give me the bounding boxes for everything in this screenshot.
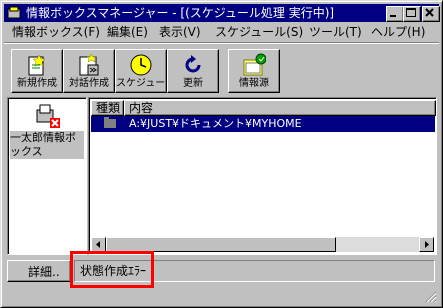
menu-info-box[interactable]: 情報ボックス(F) bbox=[12, 24, 100, 40]
refresh-icon bbox=[185, 55, 201, 73]
menu-view[interactable]: 表示(V) bbox=[159, 24, 201, 40]
close-icon bbox=[425, 8, 434, 17]
new-doc-icon bbox=[28, 54, 46, 76]
details-button[interactable]: 詳細.. bbox=[7, 260, 71, 282]
folder-icon bbox=[104, 117, 116, 128]
dialog-create-button[interactable]: 対話作成 bbox=[63, 49, 115, 93]
toolbar: 新規作成 対話作成 スケジュール 更新 情報源 bbox=[4, 42, 439, 93]
schedule-button[interactable]: スケジュール bbox=[115, 49, 176, 93]
info-source-icon bbox=[243, 53, 266, 76]
list-item-content: A:¥JUST¥ドキュメント¥MYHOME bbox=[129, 117, 302, 130]
info-source-label: 情報源 bbox=[239, 78, 269, 89]
horizontal-scrollbar[interactable] bbox=[91, 237, 434, 252]
menu-bar: 情報ボックス(F) 編集(E) 表示(V) スケジュール(S) ツール(T) ヘ… bbox=[4, 23, 439, 41]
scroll-left-button[interactable] bbox=[91, 237, 106, 252]
maximize-button[interactable] bbox=[403, 6, 421, 22]
info-box-tree[interactable]: 一太郎情報ボックス bbox=[7, 97, 87, 255]
resize-grip-icon[interactable] bbox=[425, 291, 437, 303]
menu-help[interactable]: ヘルプ(H) bbox=[371, 24, 425, 40]
column-header-type[interactable]: 種類 bbox=[91, 100, 124, 116]
list-item[interactable]: A:¥JUST¥ドキュメント¥MYHOME bbox=[91, 116, 435, 132]
content-list[interactable]: 種類 内容 A:¥JUST¥ドキュメント¥MYHOME bbox=[88, 97, 437, 255]
close-button[interactable] bbox=[422, 6, 440, 22]
new-button-label: 新規作成 bbox=[17, 78, 57, 89]
menu-schedule[interactable]: スケジュール(S) bbox=[215, 24, 303, 40]
maximize-icon bbox=[406, 8, 416, 17]
column-header-content[interactable]: 内容 bbox=[124, 100, 436, 116]
info-source-button[interactable]: 情報源 bbox=[228, 49, 280, 93]
update-label: 更新 bbox=[183, 78, 203, 89]
schedule-label: スケジュール bbox=[116, 78, 176, 89]
arrow-left-icon bbox=[96, 241, 100, 248]
status-bar bbox=[4, 287, 439, 304]
error-highlight-box bbox=[70, 251, 154, 288]
minimize-button[interactable] bbox=[386, 6, 404, 22]
scroll-thumb[interactable] bbox=[106, 237, 336, 252]
update-button[interactable]: 更新 bbox=[167, 49, 219, 93]
menu-edit[interactable]: 編集(E) bbox=[107, 24, 148, 40]
new-button[interactable]: 新規作成 bbox=[11, 49, 63, 93]
title-bar[interactable]: 情報ボックスマネージャー - [(スケジュール処理 実行中)] bbox=[4, 4, 440, 22]
main-window: 情報ボックスマネージャー - [(スケジュール処理 実行中)] 情報ボックス(F… bbox=[0, 0, 443, 308]
account-label[interactable]: 一太郎情報ボックス bbox=[10, 131, 84, 159]
menu-tools[interactable]: ツール(T) bbox=[309, 24, 362, 40]
window-title: 情報ボックスマネージャー - [(スケジュール処理 実行中)] bbox=[26, 6, 335, 20]
clock-icon bbox=[130, 54, 152, 76]
dialog-create-icon bbox=[79, 53, 99, 76]
minimize-icon bbox=[390, 15, 396, 17]
dialog-create-label: 対話作成 bbox=[69, 78, 109, 89]
app-icon bbox=[7, 6, 21, 19]
arrow-right-icon bbox=[425, 241, 429, 248]
mailbox-error-icon bbox=[36, 104, 60, 128]
scroll-right-button[interactable] bbox=[419, 237, 434, 252]
